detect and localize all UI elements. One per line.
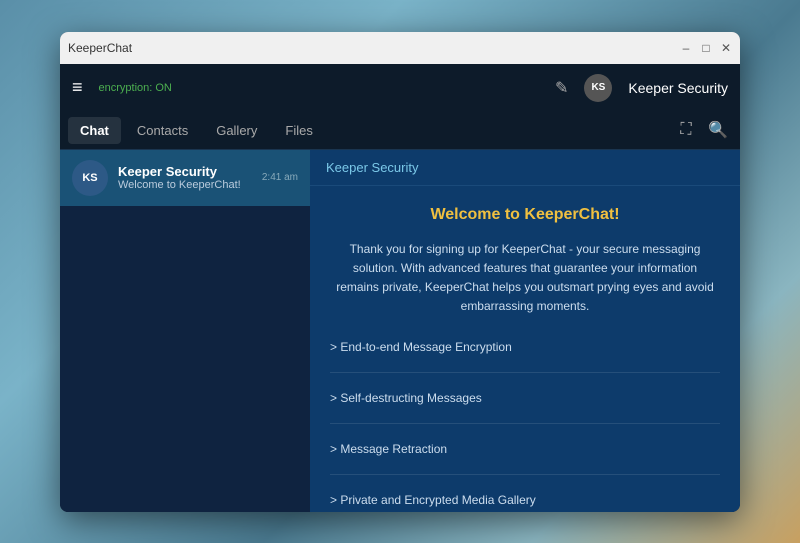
chat-info: Keeper Security Welcome to KeeperChat! xyxy=(118,164,252,191)
app-window: KeeperChat – □ ✕ ≡ encryption: ON ✎ KS K… xyxy=(60,32,740,512)
welcome-text: Thank you for signing up for KeeperChat … xyxy=(330,240,720,317)
avatar: KS xyxy=(584,74,612,102)
main-area: KS Keeper Security Welcome to KeeperChat… xyxy=(60,150,740,512)
tab-chat[interactable]: Chat xyxy=(68,117,121,144)
contact-name: Keeper Security xyxy=(326,160,419,175)
search-icon[interactable]: 🔍 xyxy=(704,116,732,144)
fullscreen-icon[interactable]: ⛶ xyxy=(672,116,700,144)
welcome-title: Welcome to KeeperChat! xyxy=(330,206,720,224)
tabs-bar: Chat Contacts Gallery Files ⛶ 🔍 xyxy=(60,112,740,150)
divider xyxy=(330,423,720,424)
chat-panel-header: Keeper Security xyxy=(310,150,740,186)
feature-item-2: > Self-destructing Messages xyxy=(330,387,720,409)
tab-files[interactable]: Files xyxy=(273,117,324,144)
tab-contacts[interactable]: Contacts xyxy=(125,117,200,144)
encryption-badge: encryption: ON xyxy=(99,82,172,94)
list-item[interactable]: KS Keeper Security Welcome to KeeperChat… xyxy=(60,150,310,206)
app-content: ≡ encryption: ON ✎ KS Keeper Security Ch… xyxy=(60,64,740,512)
chat-list: KS Keeper Security Welcome to KeeperChat… xyxy=(60,150,310,512)
chat-time: 2:41 am xyxy=(262,172,298,183)
maximize-button[interactable]: □ xyxy=(700,42,712,54)
chat-panel: Keeper Security Welcome to KeeperChat! T… xyxy=(310,150,740,512)
avatar: KS xyxy=(72,160,108,196)
titlebar: KeeperChat – □ ✕ xyxy=(60,32,740,64)
close-button[interactable]: ✕ xyxy=(720,42,732,54)
feature-item-4: > Private and Encrypted Media Gallery xyxy=(330,489,720,511)
tab-gallery[interactable]: Gallery xyxy=(204,117,269,144)
chat-panel-body: Welcome to KeeperChat! Thank you for sig… xyxy=(310,186,740,512)
divider xyxy=(330,372,720,373)
hamburger-icon[interactable]: ≡ xyxy=(72,77,83,98)
compose-icon[interactable]: ✎ xyxy=(555,78,568,98)
header-username: Keeper Security xyxy=(628,80,728,96)
feature-item-1: > End-to-end Message Encryption xyxy=(330,336,720,358)
feature-item-3: > Message Retraction xyxy=(330,438,720,460)
chat-preview: Welcome to KeeperChat! xyxy=(118,179,252,191)
chat-name: Keeper Security xyxy=(118,164,252,179)
divider xyxy=(330,474,720,475)
header: ≡ encryption: ON ✎ KS Keeper Security xyxy=(60,64,740,112)
feature-list: > End-to-end Message Encryption > Self-d… xyxy=(330,336,720,511)
titlebar-controls: – □ ✕ xyxy=(680,42,732,54)
minimize-button[interactable]: – xyxy=(680,42,692,54)
titlebar-title: KeeperChat xyxy=(68,41,132,55)
